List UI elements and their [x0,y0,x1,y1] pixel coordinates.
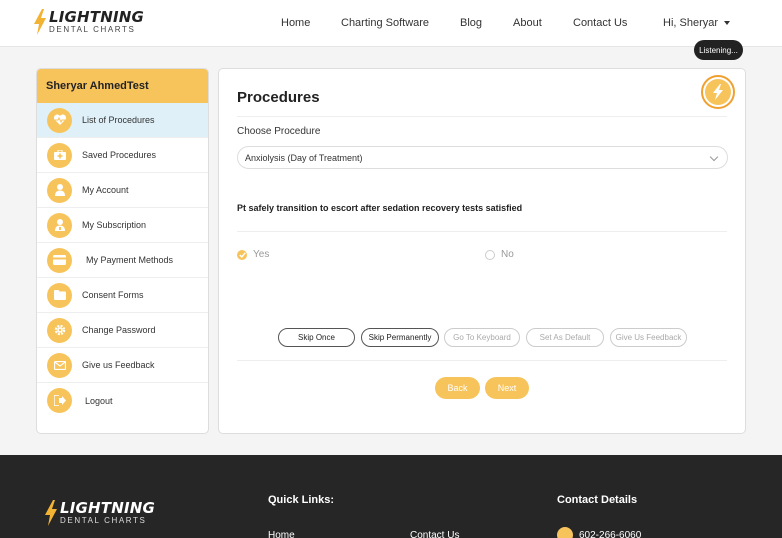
caret-down-icon [724,21,731,26]
procedure-select[interactable]: Anxiolysis (Day of Treatment) [237,146,728,169]
lightning-bolt-icon [705,79,731,105]
nav-home[interactable]: Home [281,17,310,29]
logout-icon [47,388,72,413]
gear-icon [47,317,72,343]
sidebar-item-change-password[interactable]: Change Password [37,313,208,348]
back-button[interactable]: Back [435,377,480,399]
go-to-keyboard-button[interactable]: Go To Keyboard [444,328,520,347]
option-yes-label: Yes [253,249,270,260]
procedures-card: Procedures Choose Procedure Anxiolysis (… [218,68,746,434]
contact-details-heading: Contact Details [557,494,638,506]
medical-kit-icon [47,142,72,168]
sidebar-item-label: Consent Forms [82,290,144,300]
sidebar-item-give-us-feedback[interactable]: Give us Feedback [37,348,208,383]
option-yes[interactable]: Yes [237,249,269,260]
skip-once-button[interactable]: Skip Once [278,328,355,347]
user-menu[interactable]: Hi, Sheryar [663,17,731,29]
sidebar-item-my-subscription[interactable]: My Subscription [37,208,208,243]
nav-about[interactable]: About [513,17,542,29]
footer-link-contact-us[interactable]: Contact Us [410,530,459,538]
nav-blog[interactable]: Blog [460,17,482,29]
sidebar-item-logout[interactable]: Logout [37,383,208,418]
user-icon [47,177,72,203]
user-badge-icon [47,212,72,238]
sidebar-item-my-account[interactable]: My Account [37,173,208,208]
set-as-default-button[interactable]: Set As Default [526,328,604,347]
sidebar-item-saved-procedures[interactable]: Saved Procedures [37,138,208,173]
sidebar-item-label: Logout [85,395,113,406]
sidebar-item-label: Change Password [82,325,156,335]
credit-card-icon [47,247,72,273]
envelope-icon [47,352,72,378]
sidebar-user-name: Sheryar AhmedTest [37,69,208,103]
footer-phone-number: 602-266-6060 [579,529,642,538]
footer-phone[interactable]: 602-266-6060 [557,527,641,538]
next-button[interactable]: Next [485,377,529,399]
choose-procedure-label: Choose Procedure [237,126,321,137]
site-header: LIGHTNING DENTAL CHARTS Home Charting So… [0,0,782,47]
quick-links-heading: Quick Links: [268,494,335,506]
footer-brand-logo[interactable]: LIGHTNING DENTAL CHARTS [45,500,155,526]
divider [237,231,727,232]
sidebar: Sheryar AhmedTest List of Procedures Sav… [36,68,209,434]
listening-tooltip: Listening... [694,40,743,60]
folder-icon [47,282,72,308]
selected-procedure: Anxiolysis (Day of Treatment) [245,152,363,163]
sidebar-item-my-payment-methods[interactable]: My Payment Methods [37,243,208,278]
chevron-down-icon [709,152,719,162]
sidebar-item-label: List of Procedures [82,115,155,125]
option-no[interactable]: No [485,249,514,260]
option-no-label: No [501,249,514,260]
divider [237,116,727,117]
page-title: Procedures [237,89,320,106]
sidebar-item-label: My Payment Methods [86,255,174,265]
nav-contact-us[interactable]: Contact Us [573,17,627,29]
main-nav: Home Charting Software Blog About Contac… [0,17,782,33]
nav-charting-software[interactable]: Charting Software [341,17,429,29]
user-menu-label: Hi, Sheryar [663,17,719,29]
footer-brand-name: LIGHTNING [60,499,156,517]
sidebar-item-label: My Subscription [82,220,147,230]
skip-permanently-button[interactable]: Skip Permanently [361,328,439,347]
divider [237,360,727,361]
sidebar-item-list-of-procedures[interactable]: List of Procedures [37,103,208,138]
sidebar-item-consent-forms[interactable]: Consent Forms [37,278,208,313]
question-text: Pt safely transition to escort after sed… [237,203,523,213]
voice-assistant-button[interactable] [701,75,735,109]
footer-link-home[interactable]: Home [268,530,295,538]
give-us-feedback-button[interactable]: Give Us Feedback [610,328,687,347]
sidebar-item-label: Saved Procedures [82,150,157,160]
heart-pulse-icon [47,107,72,133]
phone-icon [557,527,573,538]
sidebar-item-label: My Account [82,185,129,195]
lightning-bolt-icon [45,500,57,526]
sidebar-item-label: Give us Feedback [82,360,155,370]
radio-checked-icon [237,249,247,260]
radio-unchecked-icon [485,249,495,260]
footer-brand-tagline: DENTAL CHARTS [60,516,147,525]
site-footer: LIGHTNING DENTAL CHARTS Quick Links: Con… [0,455,782,538]
